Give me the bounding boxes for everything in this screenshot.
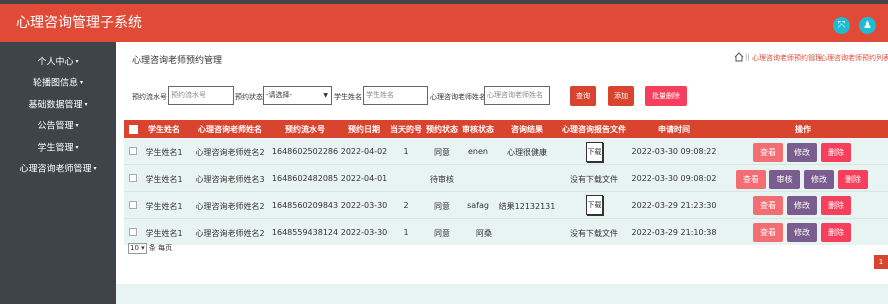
sidebar-item-teacher[interactable]: 心理咨询老师管理 ▾ <box>0 161 116 177</box>
cell-teacher: 心理咨询老师姓名2 <box>195 148 265 157</box>
serial-label: 预约流水号 <box>132 93 167 101</box>
cell-serial: 1648559438124 <box>271 228 339 237</box>
col-header: 申请时间 <box>658 125 690 134</box>
status-select[interactable]: -请选择- ▼ <box>263 86 332 105</box>
cell-student: 学生姓名1 <box>145 148 183 157</box>
cell-status: 同意 <box>434 229 450 238</box>
col-header: 学生姓名 <box>148 125 180 134</box>
cell-serial: 1648602502286 <box>271 147 339 156</box>
cell-time: 2022-03-29 21:10:38 <box>631 228 717 237</box>
col-header: 审核状态 <box>462 125 494 134</box>
cell-time: 2022-03-30 09:08:02 <box>631 174 717 183</box>
add-button[interactable]: 添加 <box>608 86 634 106</box>
col-header: 预约流水号 <box>285 125 325 134</box>
breadcrumb-item-current: 心理咨询老师预约列表 <box>820 54 888 62</box>
cell-audit: safag <box>467 201 489 210</box>
download-button[interactable]: 下载 <box>586 142 603 162</box>
cell-num: 1 <box>403 228 409 237</box>
status-label: 预约状态 <box>235 93 263 101</box>
cell-teacher: 心理咨询老师姓名2 <box>195 229 265 238</box>
delete-button[interactable]: 删除 <box>821 223 851 242</box>
view-button[interactable]: 查看 <box>736 170 766 189</box>
footer-strip <box>116 284 888 304</box>
student-label: 学生姓名 <box>334 93 362 101</box>
cell-status: 待审核 <box>430 175 454 184</box>
breadcrumb-item[interactable]: 心理咨询老师预约管理 <box>752 53 822 63</box>
search-button[interactable]: 查询 <box>570 86 596 106</box>
cell-student: 学生姓名1 <box>145 175 183 184</box>
select-all-checkbox[interactable] <box>129 125 138 134</box>
sidebar-item-personal-center[interactable]: 个人中心 ▾ <box>0 54 116 70</box>
cell-student: 学生姓名1 <box>145 202 183 211</box>
download-button[interactable]: 下载 <box>586 195 603 215</box>
cell-date: 2022-04-02 <box>340 147 388 156</box>
cell-date: 2022-03-30 <box>340 201 388 210</box>
view-button[interactable]: 查看 <box>753 143 783 162</box>
cell-file: 没有下载文件 <box>570 175 618 184</box>
expand-icon[interactable]: ⤧ <box>833 17 850 34</box>
sidebar: 个人中心 ▾ 轮播图信息 ▾ 基础数据管理 ▾ 公告管理 ▾ 学生管理 ▾ 心理咨询老师管… <box>0 42 116 304</box>
cell-date: 2022-03-30 <box>340 228 388 237</box>
col-header: 心理咨询老师姓名 <box>198 125 262 134</box>
view-button[interactable]: 查看 <box>753 196 783 215</box>
sidebar-item-carousel[interactable]: 轮播图信息 ▾ <box>0 75 116 91</box>
col-header: 心理咨询报告文件 <box>562 125 626 134</box>
cell-student: 学生姓名1 <box>145 229 183 238</box>
sidebar-item-basic-data[interactable]: 基础数据管理 ▾ <box>0 97 116 113</box>
page-size-select[interactable]: 10 ▾ <box>128 243 147 254</box>
page-number-button[interactable]: 1 <box>874 255 888 269</box>
edit-button[interactable]: 修改 <box>804 170 834 189</box>
row-checkbox[interactable] <box>129 174 137 182</box>
page-size-control: 10 ▾ 条 每页 <box>128 243 172 254</box>
cell-result: 心理很健康 <box>507 148 547 157</box>
app-title: 心理咨询管理子系统 <box>16 15 142 31</box>
page-title: 心理咨询老师预约管理 <box>132 56 223 66</box>
serial-input[interactable]: 预约流水号 <box>168 86 234 105</box>
batch-delete-button[interactable]: 批量删除 <box>645 86 687 106</box>
col-header: 预约日期 <box>348 125 380 134</box>
cell-teacher: 心理咨询老师姓名2 <box>195 202 265 211</box>
col-header: 咨询结果 <box>511 125 543 134</box>
sidebar-item-notice[interactable]: 公告管理 ▾ <box>0 118 116 134</box>
delete-button[interactable]: 删除 <box>838 170 868 189</box>
cell-audit: 阿桑 <box>476 229 492 238</box>
cell-date: 2022-04-01 <box>340 174 388 183</box>
sidebar-item-student[interactable]: 学生管理 ▾ <box>0 140 116 156</box>
edit-button[interactable]: 修改 <box>787 196 817 215</box>
breadcrumb-separator: || <box>813 53 818 61</box>
cell-result: 结果12132131 <box>498 202 556 211</box>
cell-time: 2022-03-29 21:23:30 <box>631 201 717 210</box>
cell-serial: 1648602482085 <box>271 174 339 183</box>
cell-time: 2022-03-30 09:08:22 <box>631 147 717 156</box>
view-button[interactable]: 查看 <box>753 223 783 242</box>
chevron-down-icon: ▼ <box>323 92 328 99</box>
row-checkbox[interactable] <box>129 201 137 209</box>
col-header: 当天的号 <box>390 125 422 134</box>
teacher-label: 心理咨询老师姓名 <box>430 93 486 101</box>
cell-num: 2 <box>403 201 409 210</box>
cell-serial: 1648560209843 <box>271 201 339 210</box>
delete-button[interactable]: 删除 <box>821 143 851 162</box>
cell-file: 没有下载文件 <box>570 229 618 238</box>
breadcrumb-separator: || <box>745 53 750 61</box>
row-checkbox[interactable] <box>129 147 137 155</box>
row-checkbox[interactable] <box>129 228 137 236</box>
edit-button[interactable]: 修改 <box>787 223 817 242</box>
delete-button[interactable]: 删除 <box>821 196 851 215</box>
student-input[interactable]: 学生姓名 <box>363 86 428 105</box>
user-icon[interactable]: ♟ <box>859 17 876 34</box>
app-header: 心理咨询管理子系统 ⤧ ♟ <box>0 4 888 42</box>
cell-num: 1 <box>403 147 409 156</box>
teacher-input[interactable]: 心理咨询老师姓名 <box>484 86 550 105</box>
home-icon[interactable] <box>734 52 744 62</box>
cell-status: 同意 <box>434 202 450 211</box>
per-page-label: 条 每页 <box>148 244 173 252</box>
cell-audit: enen <box>468 147 488 156</box>
col-header: 预约状态 <box>426 125 458 134</box>
edit-button[interactable]: 修改 <box>787 143 817 162</box>
cell-teacher: 心理咨询老师姓名3 <box>195 175 265 184</box>
audit-button[interactable]: 审核 <box>769 170 800 189</box>
col-header: 操作 <box>795 125 811 134</box>
cell-status: 同意 <box>434 148 450 157</box>
